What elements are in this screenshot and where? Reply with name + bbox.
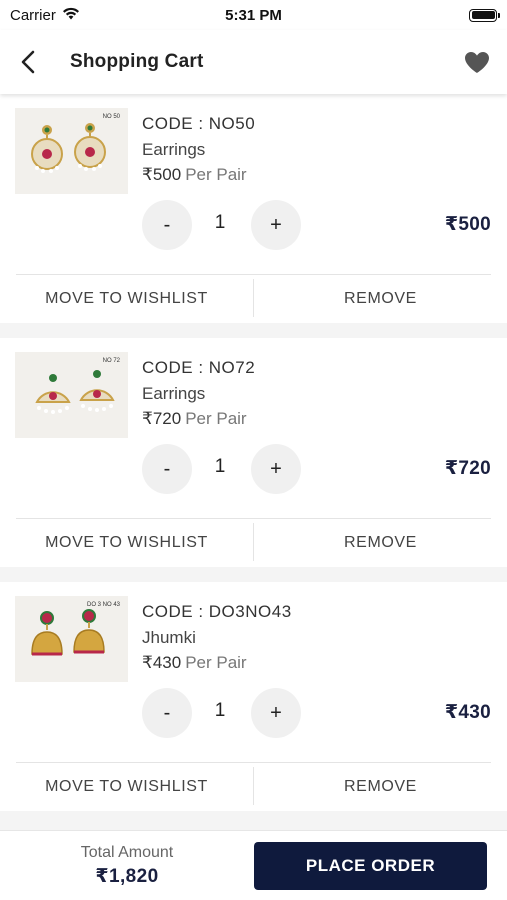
price-unit: Per Pair bbox=[185, 653, 247, 672]
product-image[interactable]: NO 50 bbox=[15, 108, 128, 194]
product-image-code: DO 3 NO 43 bbox=[86, 602, 120, 608]
cart-item: NO 72 CODE : NO72 Earrings ₹720 Per Pair … bbox=[0, 338, 507, 567]
move-to-wishlist-button[interactable]: MOVE TO WISHLIST bbox=[0, 275, 253, 323]
product-name: Jhumki bbox=[142, 628, 196, 647]
battery-icon bbox=[469, 8, 500, 22]
heart-icon bbox=[465, 51, 489, 73]
increase-quantity-button[interactable]: + bbox=[251, 688, 301, 738]
carrier-label: Carrier bbox=[10, 6, 56, 24]
quantity-value: 1 bbox=[214, 456, 226, 477]
chevron-left-icon bbox=[21, 50, 35, 74]
product-price: ₹430 Per Pair bbox=[142, 653, 247, 673]
product-code: CODE : DO3NO43 bbox=[142, 602, 292, 621]
product-code: CODE : NO50 bbox=[142, 114, 256, 133]
increase-quantity-button[interactable]: + bbox=[251, 200, 301, 250]
app-header: Shopping Cart bbox=[0, 30, 507, 94]
product-image-code: NO 50 bbox=[102, 114, 120, 120]
product-image-code: NO 72 bbox=[102, 358, 120, 364]
item-actions: MOVE TO WISHLIST REMOVE bbox=[0, 763, 507, 811]
remove-button[interactable]: REMOVE bbox=[254, 763, 507, 811]
unit-price: ₹720 bbox=[142, 409, 182, 428]
product-name: Earrings bbox=[142, 384, 206, 403]
product-name: Earrings bbox=[142, 140, 206, 159]
quantity-value: 1 bbox=[214, 700, 226, 721]
product-price: ₹500 Per Pair bbox=[142, 165, 247, 185]
increase-quantity-button[interactable]: + bbox=[251, 444, 301, 494]
cart-item: DO 3 NO 43 CODE : DO3NO43 Jhumki ₹430 Per… bbox=[0, 582, 507, 811]
total-label: Total Amount bbox=[80, 843, 174, 861]
cart-item: NO 50 CODE : NO50 Earrings ₹500 Per Pair … bbox=[0, 94, 507, 323]
product-image[interactable]: NO 72 bbox=[15, 352, 128, 438]
total-amount: Total Amount ₹1,820 bbox=[0, 844, 254, 888]
unit-price: ₹500 bbox=[142, 165, 182, 184]
remove-button[interactable]: REMOVE bbox=[254, 519, 507, 567]
product-price: ₹720 Per Pair bbox=[142, 409, 247, 429]
status-right bbox=[327, 8, 500, 22]
decrease-quantity-button[interactable]: - bbox=[142, 688, 192, 738]
back-button[interactable] bbox=[0, 30, 56, 94]
decrease-quantity-button[interactable]: - bbox=[142, 200, 192, 250]
move-to-wishlist-button[interactable]: MOVE TO WISHLIST bbox=[0, 763, 253, 811]
place-order-button[interactable]: PLACE ORDER bbox=[254, 842, 487, 890]
checkout-footer: Total Amount ₹1,820 PLACE ORDER bbox=[0, 830, 507, 900]
unit-price: ₹430 bbox=[142, 653, 182, 672]
status-bar: Carrier 5:31 PM bbox=[0, 0, 507, 30]
line-total: ₹500 bbox=[444, 214, 491, 235]
status-time: 5:31 PM bbox=[225, 6, 282, 24]
total-value: ₹1,820 bbox=[95, 865, 159, 887]
quantity-value: 1 bbox=[214, 212, 226, 233]
decrease-quantity-button[interactable]: - bbox=[142, 444, 192, 494]
status-left: Carrier bbox=[10, 7, 180, 24]
line-total: ₹430 bbox=[444, 702, 491, 723]
product-code: CODE : NO72 bbox=[142, 358, 256, 377]
move-to-wishlist-button[interactable]: MOVE TO WISHLIST bbox=[0, 519, 253, 567]
page-title: Shopping Cart bbox=[70, 51, 204, 72]
wifi-icon bbox=[62, 7, 80, 24]
line-total: ₹720 bbox=[444, 458, 491, 479]
item-actions: MOVE TO WISHLIST REMOVE bbox=[0, 275, 507, 323]
cart-list: NO 50 CODE : NO50 Earrings ₹500 Per Pair … bbox=[0, 94, 507, 830]
item-actions: MOVE TO WISHLIST REMOVE bbox=[0, 519, 507, 567]
wishlist-button[interactable] bbox=[447, 30, 507, 94]
product-image[interactable]: DO 3 NO 43 bbox=[15, 596, 128, 682]
price-unit: Per Pair bbox=[185, 409, 247, 428]
remove-button[interactable]: REMOVE bbox=[254, 275, 507, 323]
price-unit: Per Pair bbox=[185, 165, 247, 184]
